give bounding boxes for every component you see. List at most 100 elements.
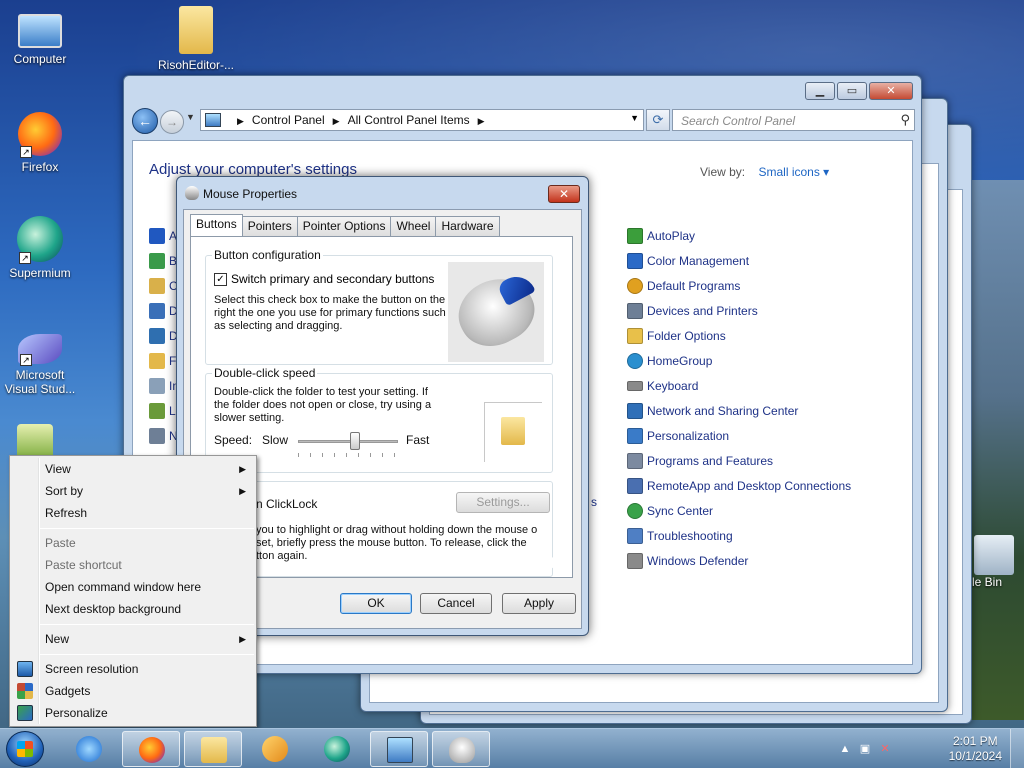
menu-item-label[interactable]: New	[45, 632, 69, 646]
taskbar-explorer[interactable]	[184, 731, 242, 767]
menu-item-sort-by[interactable]: Sort by ▶	[12, 480, 254, 502]
apply-button[interactable]: Apply	[502, 593, 576, 614]
desktop-icon-supermium[interactable]: ↗ Supermium	[0, 216, 80, 280]
refresh-button[interactable]: ⟳	[646, 109, 670, 131]
cp-item-label[interactable]: Programs and Features	[647, 454, 773, 468]
clicklock-settings-button[interactable]: Settings...	[456, 492, 550, 513]
menu-item-screen-resolution[interactable]: Screen resolution	[12, 658, 254, 680]
menu-item-label[interactable]: Open command window here	[45, 580, 201, 594]
cp-item-remoteapp[interactable]: RemoteApp and Desktop Connections	[627, 473, 851, 498]
cp-item-label[interactable]: Folder Options	[647, 329, 726, 343]
cp-item-label[interactable]: Keyboard	[647, 379, 698, 393]
cp-item-devices-printers[interactable]: Devices and Printers	[627, 298, 851, 323]
desktop-icon-visual-studio[interactable]: ↗ Microsoft Visual Stud...	[0, 324, 80, 396]
forward-button[interactable]: →	[160, 110, 184, 134]
maximize-button[interactable]: ▭	[837, 82, 867, 100]
menu-item-open-command-window[interactable]: Open command window here	[12, 576, 254, 598]
menu-item-label[interactable]: Sort by	[45, 484, 83, 498]
tab-hardware[interactable]: Hardware	[435, 216, 500, 236]
taskbar-mouse-properties[interactable]	[432, 731, 490, 767]
cp-item-troubleshooting[interactable]: Troubleshooting	[627, 523, 851, 548]
menu-item-label[interactable]: Screen resolution	[45, 662, 138, 676]
volume-muted-icon[interactable]: ✕	[878, 742, 892, 756]
cp-item-label[interactable]: Network and Sharing Center	[647, 404, 798, 418]
network-icon[interactable]: ▣	[858, 742, 872, 756]
switch-buttons-checkbox[interactable]: ✓ Switch primary and secondary buttons	[214, 272, 434, 286]
cp-item-label[interactable]: HomeGroup	[647, 354, 712, 368]
cp-item-homegroup[interactable]: HomeGroup	[627, 348, 851, 373]
tab-pointers[interactable]: Pointers	[241, 216, 298, 236]
minimize-button[interactable]: ▁	[805, 82, 835, 100]
cp-item-label[interactable]: Troubleshooting	[647, 529, 733, 543]
menu-item-label[interactable]: Personalize	[45, 706, 108, 720]
cp-item-personalization[interactable]: Personalization	[627, 423, 851, 448]
cp-item-label[interactable]: Color Management	[647, 254, 749, 268]
cp-item-label[interactable]: RemoteApp and Desktop Connections	[647, 479, 851, 493]
taskbar-firefox[interactable]	[122, 731, 180, 767]
start-button[interactable]	[6, 731, 44, 767]
menu-item-personalize[interactable]: Personalize	[12, 702, 254, 724]
menu-item-label[interactable]: Next desktop background	[45, 602, 181, 616]
cp-item-label[interactable]: Default Programs	[647, 279, 740, 293]
cp-item-autoplay[interactable]: AutoPlay	[627, 223, 851, 248]
tab-wheel[interactable]: Wheel	[390, 216, 437, 236]
close-button[interactable]: ✕	[869, 82, 913, 100]
breadcrumb-chevron-icon[interactable]: ▶	[237, 116, 244, 126]
back-button[interactable]: ←	[132, 108, 158, 134]
menu-item-paste-shortcut[interactable]: Paste shortcut	[12, 554, 254, 576]
breadcrumb-control-panel[interactable]: Control Panel	[252, 113, 325, 127]
menu-item-label[interactable]: Paste	[45, 536, 76, 550]
cp-item-partial[interactable]: s	[591, 495, 597, 509]
cp-item-network-sharing[interactable]: Network and Sharing Center	[627, 398, 851, 423]
checkbox-label[interactable]: Switch primary and secondary buttons	[231, 272, 434, 286]
search-icon[interactable]: ⚲	[900, 112, 910, 128]
address-dropdown-icon[interactable]: ▼	[630, 113, 639, 123]
cp-item-programs-features[interactable]: Programs and Features	[627, 448, 851, 473]
menu-item-next-background[interactable]: Next desktop background	[12, 598, 254, 620]
view-by-dropdown[interactable]: Small icons ▾	[758, 165, 829, 179]
desktop-context-menu[interactable]: View ▶ Sort by ▶ Refresh Paste Paste short…	[9, 455, 257, 727]
recent-pages-dropdown[interactable]: ▼	[186, 112, 196, 122]
breadcrumb-chevron-icon[interactable]: ▶	[478, 116, 485, 126]
cp-item-label[interactable]: Sync Center	[647, 504, 713, 518]
speed-slider-thumb[interactable]	[350, 432, 360, 450]
view-by-value[interactable]: Small icons	[758, 165, 819, 179]
cp-item-default-programs[interactable]: Default Programs	[627, 273, 851, 298]
test-folder-area[interactable]	[484, 402, 542, 462]
show-desktop-button[interactable]	[1010, 729, 1024, 768]
desktop-icon-recycle-bin[interactable]: cle Bin	[966, 535, 1024, 589]
show-hidden-icons-icon[interactable]: ▲	[838, 742, 852, 756]
taskbar-internet-explorer[interactable]	[60, 731, 118, 767]
menu-item-refresh[interactable]: Refresh	[12, 502, 254, 524]
cp-item-color-management[interactable]: Color Management	[627, 248, 851, 273]
breadcrumb-all-items[interactable]: All Control Panel Items	[348, 113, 470, 127]
cp-item-folder-options[interactable]: Folder Options	[627, 323, 851, 348]
search-input[interactable]: Search Control Panel ⚲	[672, 109, 915, 131]
ok-button[interactable]: OK	[340, 593, 412, 614]
cp-item-label[interactable]: Devices and Printers	[647, 304, 758, 318]
menu-item-paste[interactable]: Paste	[12, 532, 254, 554]
taskbar-control-panel[interactable]	[370, 731, 428, 767]
menu-item-label[interactable]: Refresh	[45, 506, 87, 520]
desktop-icon-risoheditor[interactable]: RisohEditor-...	[156, 6, 236, 72]
menu-item-label[interactable]: Gadgets	[45, 684, 90, 698]
tab-pointer-options[interactable]: Pointer Options	[296, 216, 392, 236]
close-button[interactable]: ✕	[548, 185, 580, 203]
breadcrumb-chevron-icon[interactable]: ▶	[333, 116, 340, 126]
menu-item-new[interactable]: New ▶	[12, 628, 254, 650]
cp-item-label[interactable]: Windows Defender	[647, 554, 748, 568]
taskbar-supermium[interactable]	[308, 731, 366, 767]
menu-item-label[interactable]: Paste shortcut	[45, 558, 122, 572]
menu-item-gadgets[interactable]: Gadgets	[12, 680, 254, 702]
folder-icon[interactable]	[501, 417, 525, 445]
desktop-icon-firefox[interactable]: ↗ Firefox	[0, 112, 80, 174]
cp-item-sync-center[interactable]: Sync Center	[627, 498, 851, 523]
menu-item-view[interactable]: View ▶	[12, 458, 254, 480]
desktop-icon-computer[interactable]: Computer	[0, 8, 80, 66]
taskbar-media-player[interactable]	[246, 731, 304, 767]
checkbox-checked-icon[interactable]: ✓	[214, 272, 227, 286]
address-bar[interactable]: ▶ Control Panel ▶ All Control Panel Items ▶ …	[200, 109, 644, 131]
menu-item-label[interactable]: View	[45, 462, 71, 476]
speed-slider-track[interactable]	[298, 440, 398, 443]
clock[interactable]: 2:01 PM 10/1/2024	[949, 734, 1002, 764]
